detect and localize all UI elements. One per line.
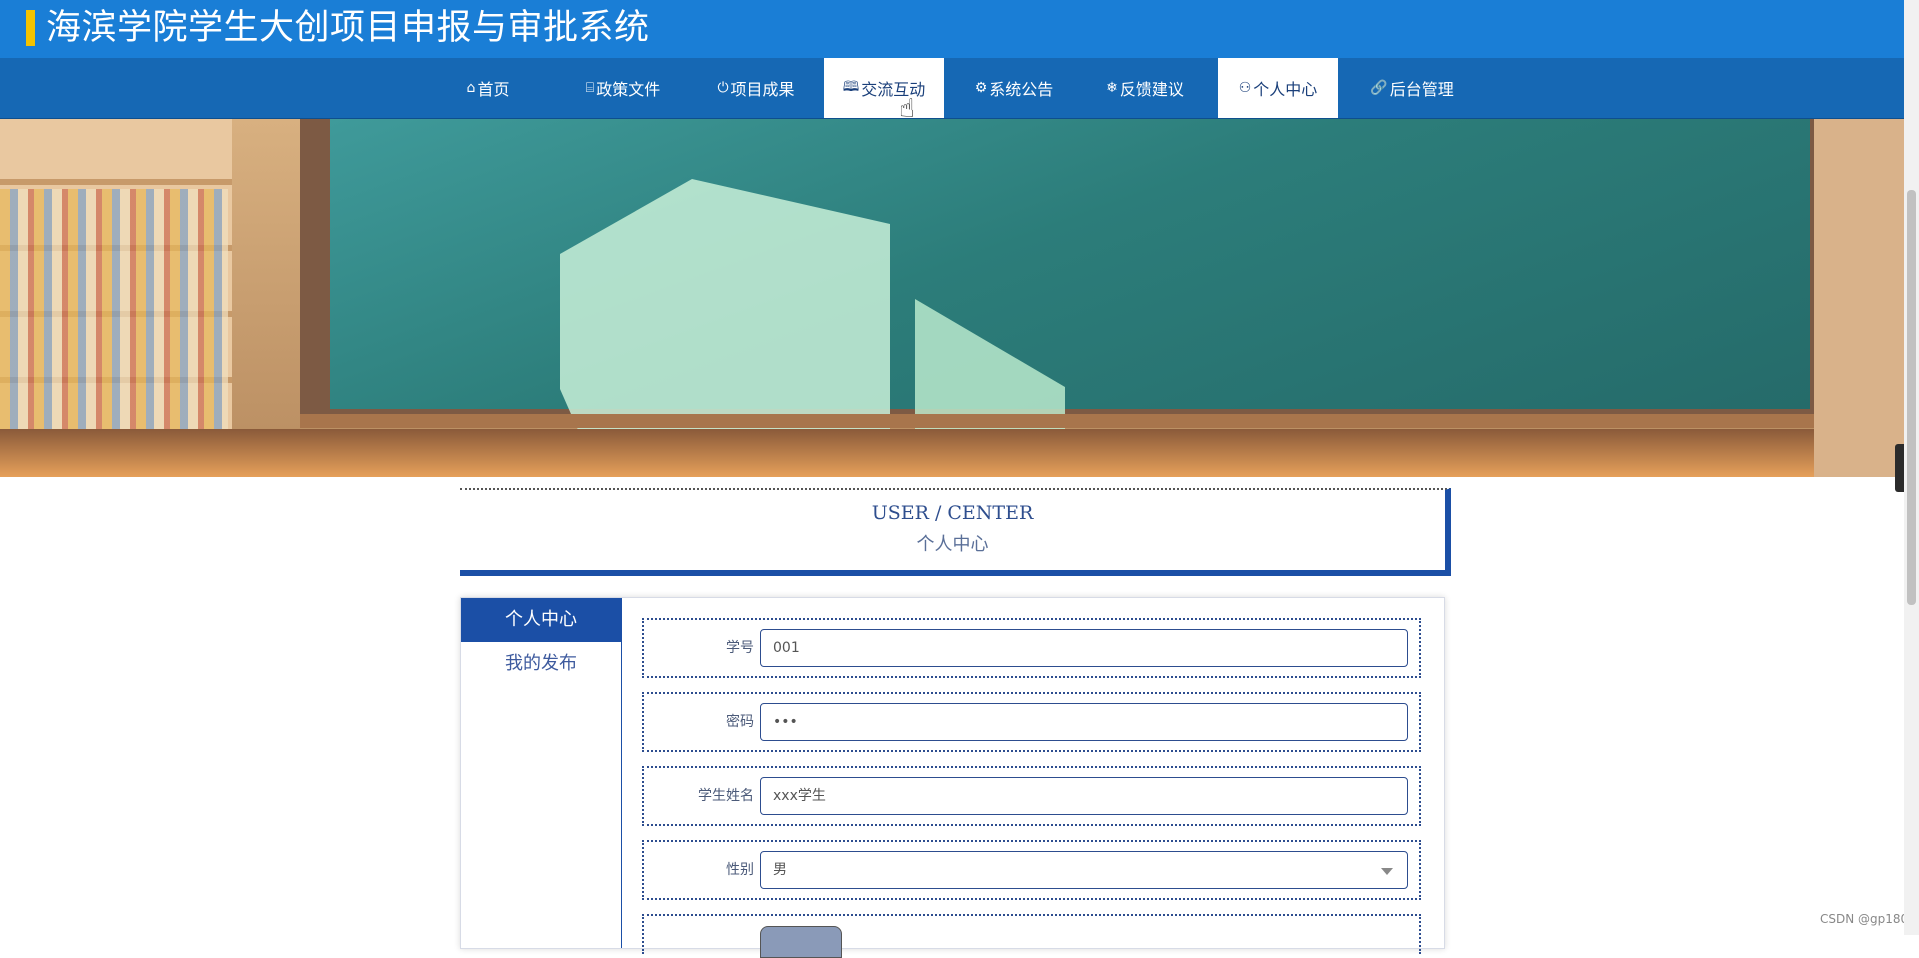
nav-admin[interactable]: 🔗 后台管理 xyxy=(1352,58,1472,118)
blackboard xyxy=(330,119,1810,409)
student-name-label: 学生姓名 xyxy=(698,788,754,804)
side-menu-my-posts[interactable]: 我的发布 xyxy=(461,642,621,686)
gender-select[interactable]: 男 xyxy=(760,851,1408,889)
form-row-gender: 性别 男 xyxy=(642,840,1421,900)
gender-selected-value: 男 xyxy=(773,862,787,878)
gear-icon: ⚙ xyxy=(974,80,988,96)
nav-feedback[interactable]: ❄ 反馈建议 xyxy=(1085,58,1205,118)
form-row-student-id: 学号 001 xyxy=(642,618,1421,678)
student-id-label: 学号 xyxy=(726,640,754,656)
nav-label: 项目成果 xyxy=(730,80,795,99)
form-row-password: 密码 ••• xyxy=(642,692,1421,752)
link-icon: 🔗 xyxy=(1370,80,1388,96)
nav-label: 反馈建议 xyxy=(1119,80,1184,99)
nav-communication[interactable]: 🕮 交流互动 xyxy=(824,58,944,118)
power-icon: ⏻ xyxy=(717,80,729,96)
section-heading: USER / CENTER 个人中心 xyxy=(460,488,1451,576)
student-id-input[interactable]: 001 xyxy=(760,629,1408,667)
user-side-menu: 个人中心 我的发布 xyxy=(461,598,622,948)
password-input[interactable]: ••• xyxy=(760,703,1408,741)
nav-label: 个人中心 xyxy=(1253,80,1318,99)
nav-policy-documents[interactable]: ⌸ 政策文件 xyxy=(563,58,683,118)
chevron-down-icon xyxy=(1381,868,1393,875)
nav-label: 政策文件 xyxy=(596,80,661,99)
form-row-student-name: 学生姓名 xxx学生 xyxy=(642,766,1421,826)
title-accent-bar xyxy=(26,10,35,46)
nav-label: 交流互动 xyxy=(861,80,926,99)
user-icon: ⚇ xyxy=(1238,80,1252,96)
hero-banner xyxy=(0,119,1904,477)
avatar[interactable] xyxy=(760,926,842,958)
nav-project-results[interactable]: ⏻ 项目成果 xyxy=(696,58,816,118)
chalk-ledge xyxy=(300,414,1860,428)
document-icon: ⌸ xyxy=(585,80,595,96)
desk-row xyxy=(0,429,1904,477)
user-center-panel: 个人中心 我的发布 学号 001 密码 ••• 学生姓名 xxx学生 性别 男 xyxy=(460,597,1445,958)
student-name-input[interactable]: xxx学生 xyxy=(760,777,1408,815)
site-title: 海滨学院学生大创项目申报与审批系统 xyxy=(46,8,650,48)
password-label: 密码 xyxy=(726,714,754,730)
form-row-avatar xyxy=(642,914,1421,958)
watermark: CSDN @gp1803 xyxy=(1820,912,1916,926)
book-icon: 🕮 xyxy=(842,79,860,95)
gender-label: 性别 xyxy=(726,862,754,878)
main-nav: ⌂ 首页 ⌸ 政策文件 ⏻ 项目成果 🕮 交流互动 ⚙ 系统公告 ❄ 反馈建议 … xyxy=(0,58,1904,119)
nav-label: 系统公告 xyxy=(989,80,1054,99)
nav-label: 首页 xyxy=(477,80,510,99)
side-menu-user-center[interactable]: 个人中心 xyxy=(461,598,621,642)
section-title-cn: 个人中心 xyxy=(916,534,989,555)
nav-label: 后台管理 xyxy=(1389,80,1454,99)
snowflake-icon: ❄ xyxy=(1106,80,1118,96)
nav-announcements[interactable]: ⚙ 系统公告 xyxy=(954,58,1074,118)
site-header: 海滨学院学生大创项目申报与审批系统 xyxy=(0,0,1904,58)
classroom-wall xyxy=(1814,119,1904,477)
nav-home[interactable]: ⌂ 首页 xyxy=(428,58,548,118)
section-title-en: USER / CENTER xyxy=(871,502,1034,524)
nav-user-center[interactable]: ⚇ 个人中心 xyxy=(1218,58,1338,118)
page-scrollbar-thumb[interactable] xyxy=(1907,190,1916,605)
books xyxy=(0,189,228,449)
home-icon: ⌂ xyxy=(466,80,476,96)
